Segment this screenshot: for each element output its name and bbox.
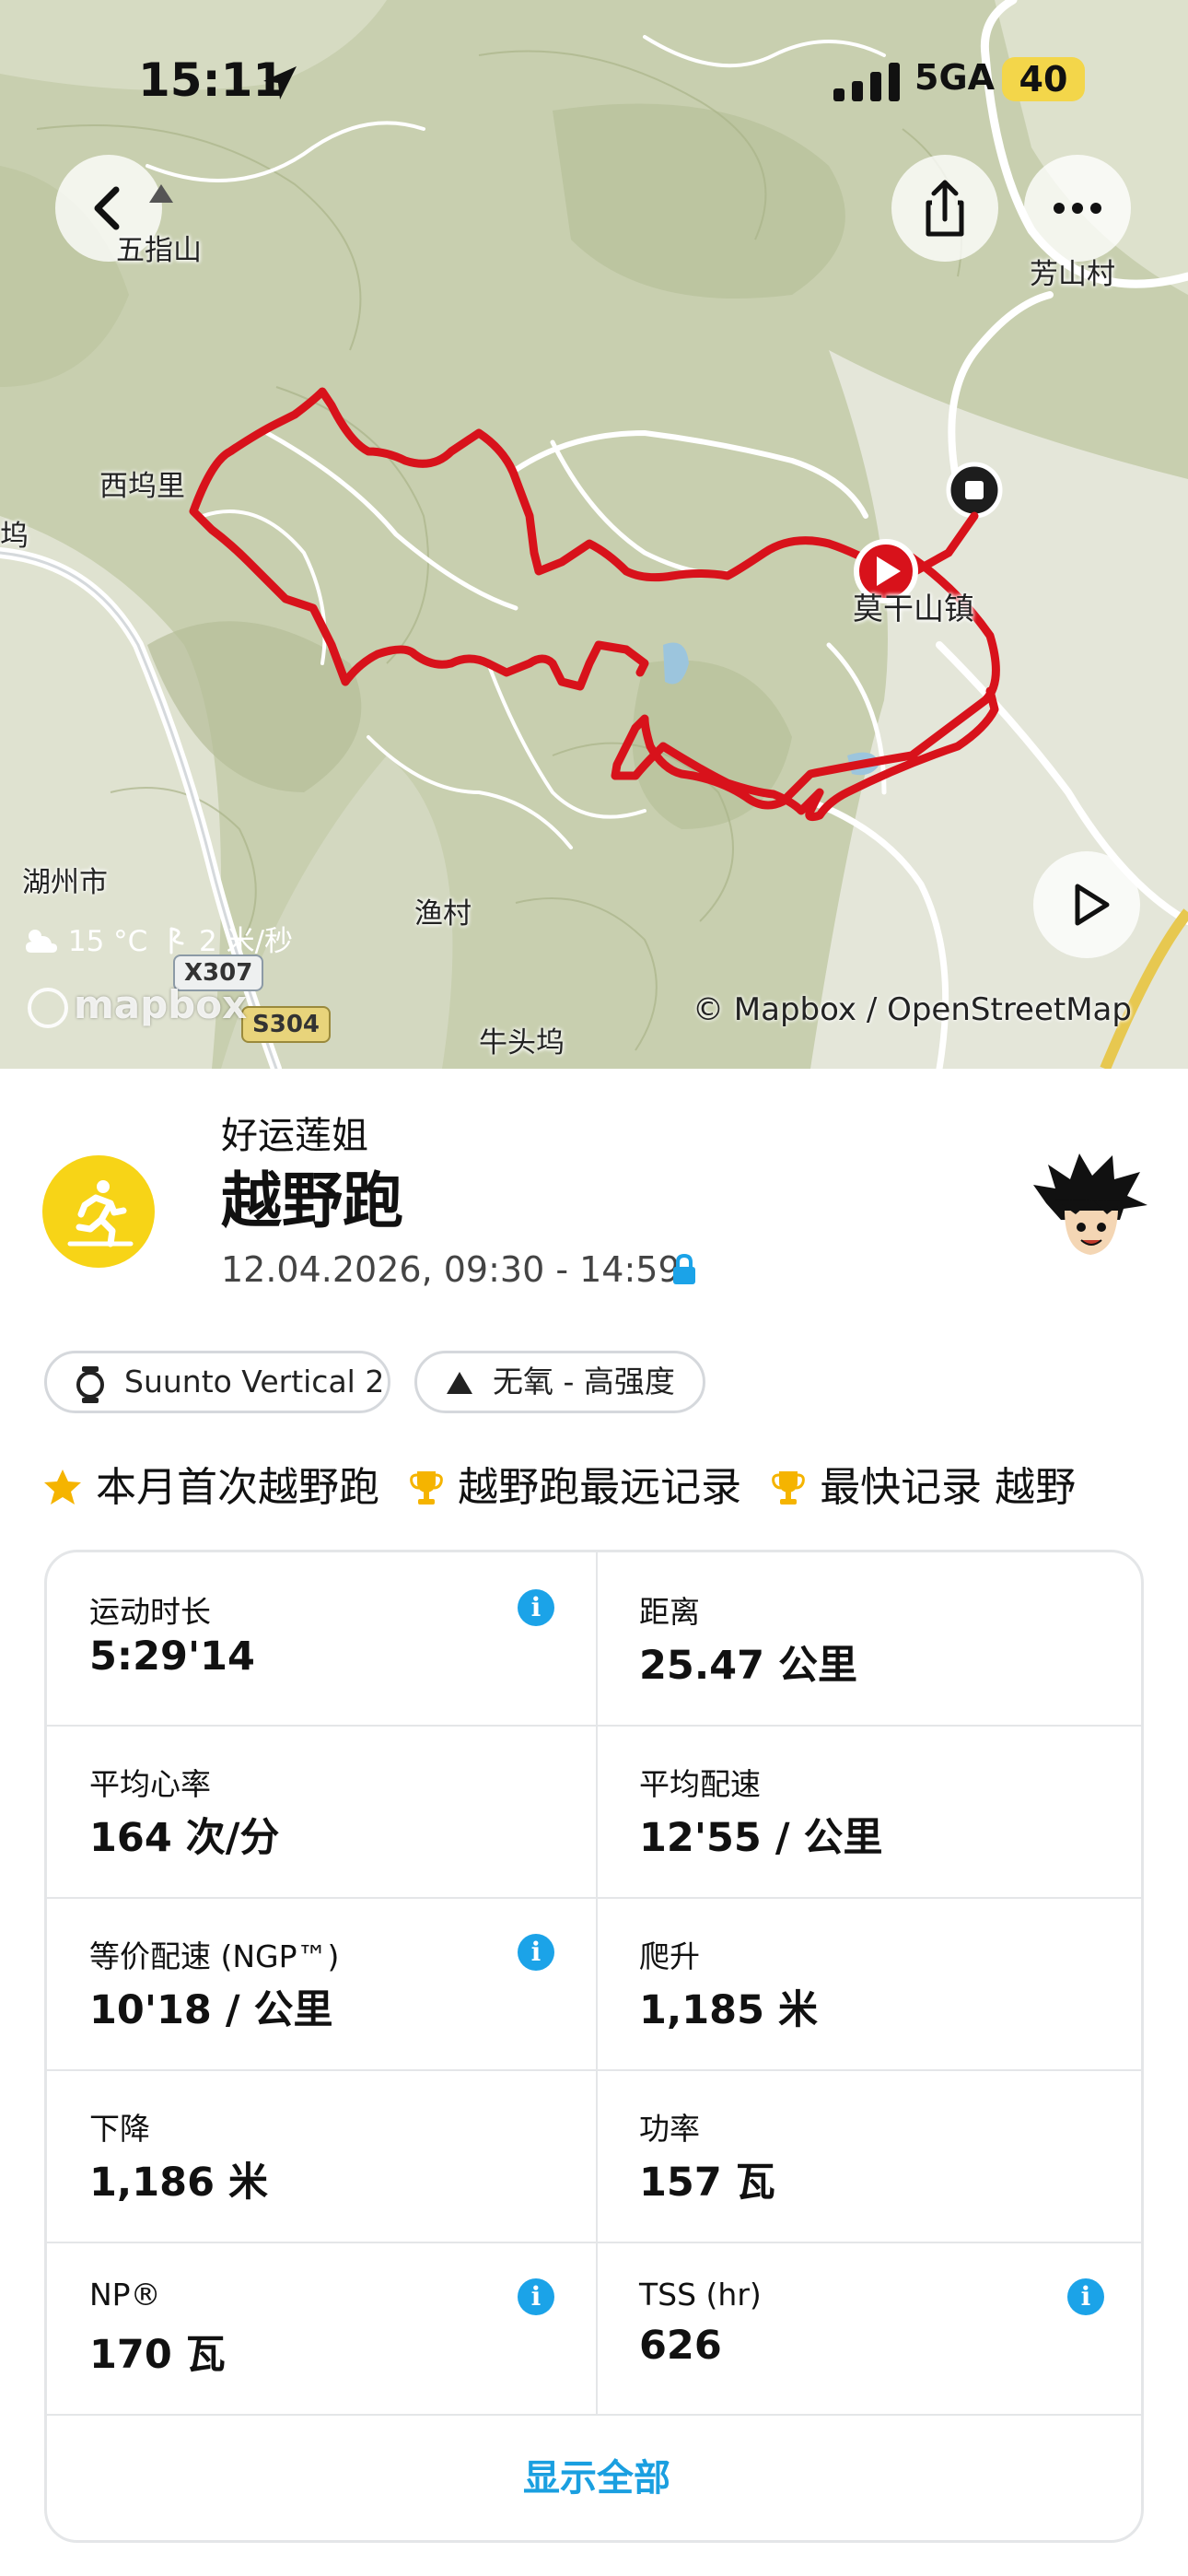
more-options-button[interactable] — [1024, 155, 1131, 262]
avatar-image — [1033, 1153, 1147, 1255]
map-label-wu: 坞 — [0, 520, 29, 553]
watch-icon — [76, 1366, 104, 1403]
weather-info: 15 °C 2 米/秒 — [24, 918, 302, 959]
map-label-fangshancun: 芳山村 — [1030, 258, 1115, 291]
wind-icon — [169, 927, 184, 954]
device-chip-label: Suunto Vertical 2 — [124, 1364, 385, 1399]
info-icon[interactable]: i — [518, 1934, 554, 1971]
trail-running-icon — [42, 1155, 155, 1268]
more-dots-icon — [1054, 203, 1101, 214]
stat-tss: TSS (hr) 626 i — [597, 2242, 1141, 2414]
cloud-sun-icon — [26, 930, 57, 953]
device-chip[interactable]: Suunto Vertical 2 — [44, 1351, 390, 1413]
terrain-map — [0, 0, 1188, 1069]
stat-ascent: 爬升 1,185 米 — [639, 1938, 818, 2033]
info-icon[interactable]: i — [1067, 2278, 1104, 2315]
network-type: 5GA — [914, 57, 996, 98]
route-map[interactable]: 15:11 5GA 40 五指山 芳山村 西坞里 坞 莫干山镇 湖州市 渔村 牛… — [0, 0, 1188, 1069]
avatar[interactable] — [1028, 1148, 1153, 1273]
stats-card: 运动时长 5:29'14 i 距离 25.47 公里 平均心率 164 次/分 … — [44, 1550, 1144, 2543]
location-arrow-icon — [263, 66, 297, 100]
stat-ngp: 等价配速 (NGP™) 10'18 / 公里 i — [47, 1897, 597, 2069]
stat-np: NP® 170 瓦 i — [47, 2242, 597, 2414]
activity-datetime: 12.04.2026, 09:30 - 14:59 — [221, 1249, 681, 1290]
intensity-chip-label: 无氧 - 高强度 — [493, 1364, 675, 1399]
stat-duration: 运动时长 5:29'14 i — [47, 1552, 597, 1725]
mapbox-logo[interactable]: mapbox — [28, 982, 247, 1028]
stat-descent: 下降 1,186 米 — [89, 2111, 268, 2206]
road-badge-s304: S304 — [241, 1006, 331, 1043]
info-icon[interactable]: i — [518, 1589, 554, 1626]
intensity-chip[interactable]: 无氧 - 高强度 — [414, 1351, 705, 1413]
mapbox-logo-icon — [28, 987, 68, 1028]
map-label-moganshanzhen: 莫干山镇 — [853, 591, 974, 626]
cellular-signal-icon — [833, 63, 900, 101]
battery-level: 40 — [1002, 57, 1085, 101]
stat-avg-pace: 平均配速 12'55 / 公里 — [639, 1766, 883, 1861]
temperature-text: 15 °C — [67, 925, 148, 958]
share-button[interactable] — [891, 155, 998, 262]
activity-title: 越野跑 — [221, 1165, 403, 1236]
status-bar: 15:11 5GA 40 — [0, 46, 1188, 120]
play-icon — [1075, 884, 1110, 926]
trophy-icon — [772, 1471, 806, 1505]
show-all-button[interactable]: 显示全部 — [47, 2414, 1141, 2540]
achievement-item[interactable]: 越野跑最远记录 — [408, 1454, 741, 1509]
map-label-wuzhishan: 五指山 — [116, 234, 202, 267]
map-label-yucun: 渔村 — [414, 897, 472, 931]
achievement-item[interactable]: 最快记录 越野 — [770, 1454, 1076, 1509]
trophy-icon — [410, 1471, 443, 1505]
map-attribution[interactable]: © Mapbox / OpenStreetMap — [693, 991, 1132, 1028]
lock-icon — [673, 1253, 695, 1284]
achievements-row[interactable]: 本月首次越野跑 越野跑最远记录 最快记录 越野 — [42, 1454, 1188, 1509]
map-label-niutouwu: 牛头坞 — [479, 1026, 565, 1060]
stat-avg-heart-rate: 平均心率 164 次/分 — [89, 1766, 280, 1861]
map-label-huzhoushi: 湖州市 — [22, 866, 108, 899]
stat-distance: 距离 25.47 公里 — [639, 1594, 857, 1689]
map-label-xiwuli: 西坞里 — [99, 470, 185, 503]
peak-triangle-icon — [149, 184, 173, 203]
achievement-item[interactable]: 本月首次越野跑 — [42, 1454, 379, 1509]
share-icon — [926, 180, 964, 237]
info-icon[interactable]: i — [518, 2278, 554, 2315]
star-icon — [44, 1469, 81, 1505]
stat-power: 功率 157 瓦 — [639, 2111, 775, 2206]
wind-speed-text: 2 米/秒 — [199, 925, 294, 958]
triangle-icon — [447, 1372, 472, 1394]
play-replay-button[interactable] — [1033, 851, 1140, 958]
